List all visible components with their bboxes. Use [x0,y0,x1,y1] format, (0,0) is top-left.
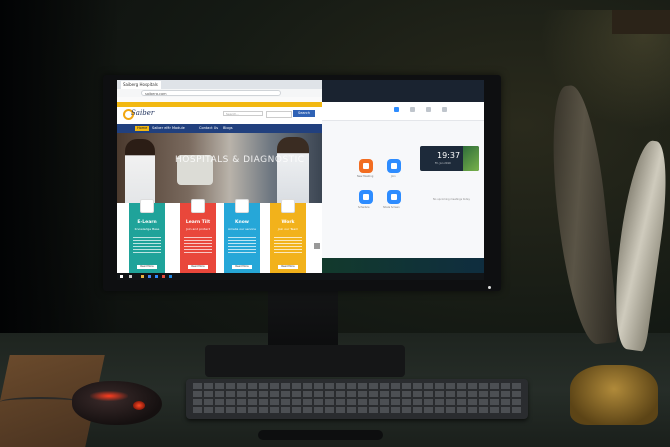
zoom-time: 19:37 [437,151,461,160]
card-title: Work [281,220,295,225]
mouse-logo-light [133,401,145,410]
store-icon[interactable] [169,275,172,278]
card-body-text [133,237,161,255]
card-body-text [228,237,256,255]
schedule-label: Schedule [358,206,370,209]
new-meeting-label: New Meeting [357,175,374,178]
hero-title: HOSPITALS & DIAGNOSTIC [175,155,305,165]
share-screen-label: Share Screen [383,206,400,209]
leaf-image [463,146,479,171]
card-body-text [274,237,302,255]
monitor-stand-base [205,345,405,377]
site-logo[interactable]: Saiber [123,108,154,122]
zoom-chat-icon[interactable] [410,107,415,112]
share-icon [391,194,397,200]
phone-icon [281,199,295,213]
monitor-screen: Saiberg Hospitals saiberg.com Saiber Sea… [117,80,484,280]
brass-quill-stand [570,365,658,425]
chrome-icon[interactable] [148,275,151,278]
card-work[interactable]: Work Join our Team Read More [270,199,306,273]
site-search-filter[interactable] [266,111,292,118]
hero-doctor-figure [277,137,309,203]
gaming-mouse [72,381,162,425]
join-label: Join [391,175,396,178]
stylus-pen [258,430,383,440]
card-subtitle: Amelia our service [228,227,256,231]
card-know[interactable]: Know Amelia our service Read More [224,199,260,273]
calendar-icon [363,194,369,200]
keyboard-keys [193,383,521,415]
app-icon[interactable] [162,275,165,278]
hero-nurse-figure [125,139,155,203]
zoom-contacts-icon[interactable] [442,107,447,112]
video-camera-icon [363,163,369,169]
nav-emr-module[interactable]: Saiber eMr Module [150,126,187,131]
monitor-power-led [488,286,491,289]
plus-icon [391,163,397,169]
desktop-wallpaper [322,258,484,273]
new-meeting-button[interactable] [359,159,373,173]
card-title: Learn Tilt [185,220,211,225]
folder-icon[interactable] [141,275,144,278]
hero-banner: HOSPITALS & DIAGNOSTIC [117,133,322,203]
nav-contact[interactable]: Contact Us [197,126,220,131]
card-body-text [184,237,212,255]
card-read-more-button[interactable]: Read More [188,265,208,269]
zoom-home-icon[interactable] [394,107,399,112]
zoom-no-meetings: No upcoming meetings today [433,198,470,201]
zoom-window [322,102,484,258]
zoom-date: Fri, Jun 2019 [435,162,451,165]
zoom-top-bar [322,102,484,121]
browser-tab[interactable]: Saiberg Hospitals [121,81,161,89]
site-search-input[interactable]: Search... [223,111,263,116]
card-read-more-button[interactable]: Read More [278,265,298,269]
window-frame [612,10,670,34]
zoom-taskbar-icon[interactable] [155,275,158,278]
nav-home[interactable]: Home [135,126,149,131]
scroll-arrow-icon[interactable] [314,243,320,249]
card-read-more-button[interactable]: Read More [232,265,252,269]
nav-blogs[interactable]: Blogs [221,126,235,131]
card-title: Know [235,220,249,225]
windows-taskbar [117,273,484,280]
card-title: E-Learn [137,220,157,225]
card-subtitle: Join our Team [277,227,299,231]
zoom-meetings-icon[interactable] [426,107,431,112]
card-learn[interactable]: Learn Tilt Join and protect Read More [180,199,216,273]
photo-scene: Saiberg Hospitals saiberg.com Saiber Sea… [0,0,670,447]
mouse-cable [0,397,80,407]
phone-icon [191,199,205,213]
card-subtitle: Knowledge Base [134,227,160,231]
card-read-more-button[interactable]: Read More [137,265,157,269]
phone-icon [235,199,249,213]
card-elearn[interactable]: E-Learn Knowledge Base Read More [129,199,165,273]
search-icon[interactable] [129,275,132,278]
site-search-button[interactable]: Search [293,110,315,117]
start-icon[interactable] [120,275,123,278]
share-screen-button[interactable] [387,190,401,204]
join-button[interactable] [387,159,401,173]
card-subtitle: Join and protect [186,227,210,231]
address-bar[interactable]: saiberg.com [141,90,281,96]
mouse-red-glow [90,391,128,401]
phone-icon [140,199,154,213]
monitor-stand-neck [268,291,338,349]
logo-text: Saiber [131,109,155,117]
schedule-button[interactable] [359,190,373,204]
